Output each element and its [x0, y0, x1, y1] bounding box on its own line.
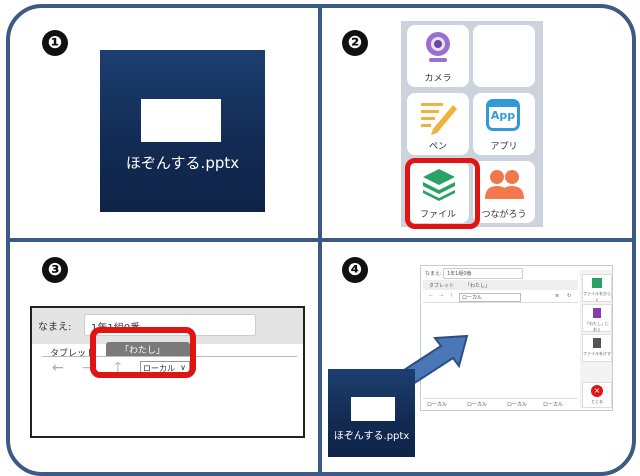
close-label: とじる — [591, 399, 603, 404]
camera-icon — [426, 32, 450, 62]
mini-side-panel: ファイルをひらく 「わたし」に おく ファイルをけす × とじる — [580, 270, 612, 408]
mini-name-label: なまえ: — [425, 271, 442, 277]
people-icon — [485, 170, 524, 199]
app-label: アプリ — [490, 142, 518, 152]
step-2-badge: ❷ — [342, 30, 368, 56]
mini-path-field[interactable]: ローカル — [459, 293, 521, 302]
open-file-label: ファイルをひらく — [583, 291, 611, 302]
step-3-badge: ❸ — [42, 257, 68, 283]
mini-tab-mine[interactable]: 「わたし」 — [465, 282, 490, 289]
highlight-mine-tab — [90, 327, 196, 378]
mini-toolbar: ← → ↑ ローカル ≡ ↻ — [423, 292, 578, 303]
tab-tablet[interactable]: タブレット — [50, 346, 95, 359]
mini-name-value: 1年1組0番 — [447, 271, 472, 277]
camera-button[interactable]: カメラ — [407, 25, 469, 87]
mini-pptx-file-tile[interactable]: ほぞんする.pptx — [328, 369, 415, 457]
step-4-badge: ❹ — [342, 257, 368, 283]
footer-item-4[interactable]: ローカル — [543, 401, 563, 408]
mini-path-text: ローカル — [462, 295, 483, 301]
put-mine-button[interactable]: 「わたし」に おく — [582, 304, 612, 332]
mini-name-field[interactable]: 1年1組0番 — [443, 268, 523, 279]
step-1-badge: ❶ — [42, 30, 68, 56]
back-arrow-icon[interactable]: ← — [52, 360, 64, 376]
mini-footer: ローカル ローカル ローカル ローカル — [423, 398, 578, 409]
pen-label: ペン — [428, 142, 447, 152]
footer-item-1[interactable]: ローカル — [427, 401, 447, 408]
app-button[interactable]: App アプリ — [473, 93, 535, 155]
mini-file-thumbnail-icon — [351, 397, 395, 421]
camera-label: カメラ — [424, 74, 452, 84]
mini-file-name-label: ほぞんする.pptx — [333, 431, 410, 442]
pptx-file-tile[interactable]: ほぞんする.pptx — [100, 50, 265, 212]
app-icon: App — [486, 99, 520, 131]
name-label: なまえ: — [38, 322, 72, 333]
open-file-icon — [592, 278, 602, 288]
delete-file-button[interactable]: ファイルをけす — [582, 334, 612, 362]
delete-file-label: ファイルをけす — [583, 351, 611, 356]
trash-icon — [593, 338, 601, 348]
highlight-file-button — [405, 158, 480, 229]
mini-up-icon[interactable]: ↑ — [449, 293, 453, 299]
file-name-label: ほぞんする.pptx — [125, 154, 240, 172]
footer-item-3[interactable]: ローカル — [507, 401, 527, 408]
mini-tab-tablet[interactable]: タブレット — [429, 282, 454, 289]
mini-forward-icon[interactable]: → — [439, 293, 443, 299]
app-icon-text: App — [490, 109, 516, 122]
mini-tab-bar: タブレット 「わたし」 — [423, 280, 578, 290]
put-mine-icon — [593, 308, 601, 318]
mini-back-icon[interactable]: ← — [429, 293, 433, 299]
empty-cell — [473, 25, 535, 87]
horizontal-divider — [8, 238, 634, 242]
connect-label: つながろう — [481, 210, 527, 220]
close-icon: × — [591, 385, 603, 397]
open-file-button[interactable]: ファイルをひらく — [582, 274, 612, 302]
pen-icon — [421, 103, 457, 135]
refresh-icon[interactable]: ↻ — [567, 293, 571, 299]
put-mine-label: 「わたし」に おく — [585, 321, 609, 332]
close-button[interactable]: × とじる — [582, 382, 612, 408]
sort-icon[interactable]: ≡ — [555, 293, 559, 299]
file-thumbnail-icon — [141, 99, 221, 142]
footer-item-2[interactable]: ローカル — [467, 401, 487, 408]
connect-button[interactable]: つながろう — [473, 161, 535, 223]
pen-button[interactable]: ペン — [407, 93, 469, 155]
